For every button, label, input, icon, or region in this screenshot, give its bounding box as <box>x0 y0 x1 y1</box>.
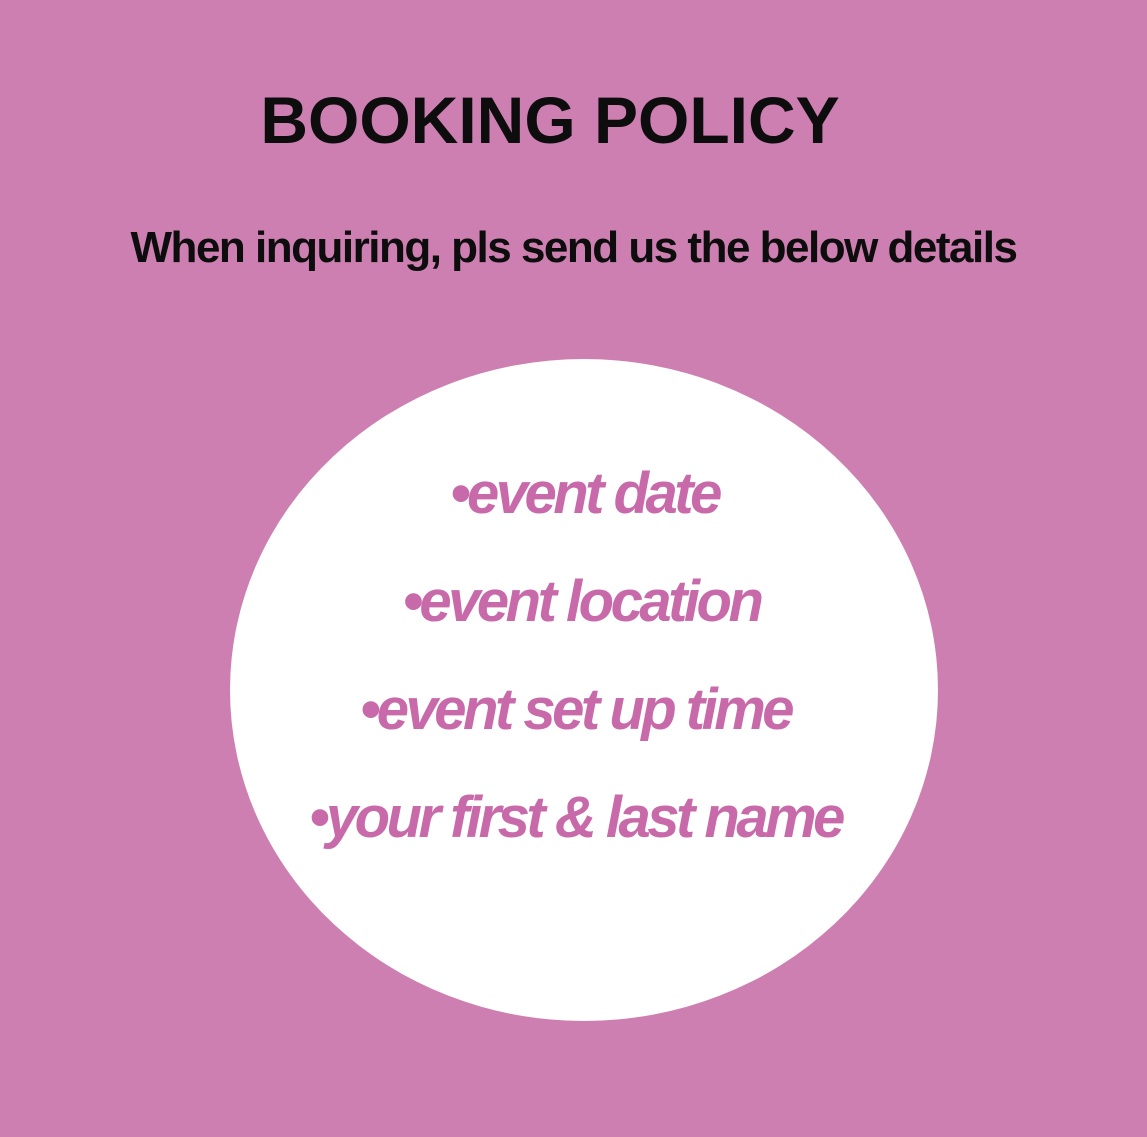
page-subtitle: When inquiring, pls send us the below de… <box>130 223 1018 272</box>
details-list: •event date •event location •event set u… <box>200 440 975 872</box>
booking-policy-graphic: BOOKING POLICY When inquiring, pls send … <box>0 0 1147 1137</box>
detail-event-location: •event location <box>402 569 764 634</box>
detail-full-name: •your first & last name <box>309 785 845 850</box>
page-title: BOOKING POLICY <box>260 83 840 157</box>
detail-event-date: •event date <box>450 461 722 526</box>
detail-event-setup-time: •event set up time <box>359 677 795 742</box>
